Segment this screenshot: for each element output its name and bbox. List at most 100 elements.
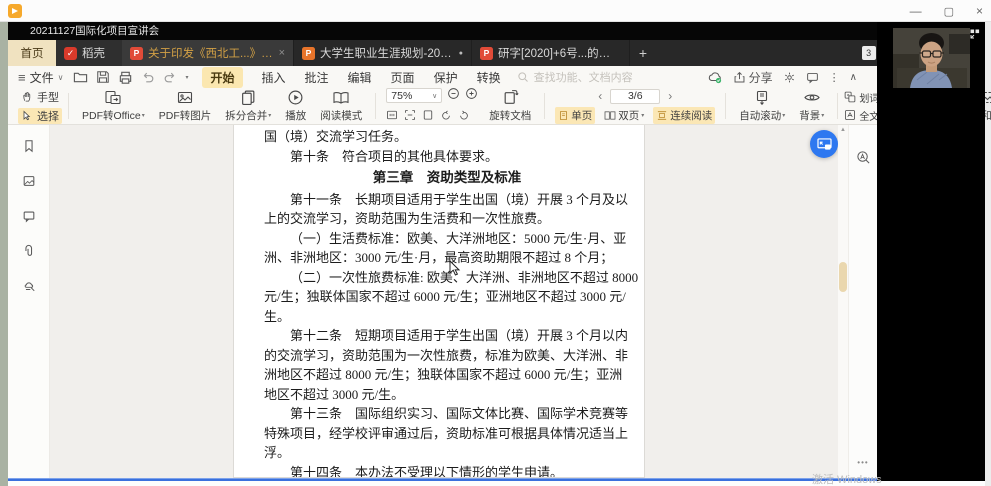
new-tab-button[interactable]: + <box>630 40 656 66</box>
hamburger-icon: ≡ <box>18 71 26 84</box>
tab-docer[interactable]: ✓ 稻壳 <box>56 40 122 66</box>
left-panel-bar <box>8 125 50 478</box>
tab-docer-label: 稻壳 <box>82 45 105 61</box>
ppt-file-icon: P <box>302 47 315 60</box>
doc-line: 第十二条 短期项目适用于学生出国（境）开展 3 个月以内 <box>264 326 630 346</box>
redo-button[interactable] <box>163 70 177 84</box>
menu-item-edit[interactable]: 编辑 <box>348 69 372 86</box>
tab-close-icon[interactable]: × <box>279 47 285 59</box>
toolbar-options-caret-icon[interactable]: ▾ <box>185 74 188 81</box>
zoom-level-select[interactable]: 75% ∨ <box>386 88 442 103</box>
collapse-toolbar-icon[interactable]: ∧ <box>850 72 857 83</box>
fit-page-button[interactable] <box>422 108 434 126</box>
feedback-icon[interactable] <box>806 71 819 84</box>
doc-chapter-heading: 第三章 资助类型及标准 <box>264 168 630 188</box>
mobile-view-float-button[interactable] <box>810 130 838 158</box>
pdf-page[interactable]: 国（境）交流学习任务。 第十条 符合项目的其他具体要求。 第三章 资助类型及标准… <box>233 125 645 478</box>
file-menu[interactable]: ≡ 文件 ∨ <box>18 69 63 86</box>
print-button[interactable] <box>118 70 133 85</box>
recording-title-bar: 20211127国际化项目宣讲会 <box>8 22 985 40</box>
host-maximize-button[interactable]: ▢ <box>944 5 954 18</box>
webcam-expand-icon[interactable] <box>970 26 980 44</box>
doc-line: 第十四条 本办法不受理以下情形的学生申请。 <box>264 463 630 479</box>
tab-bar: 首页 ✓ 稻壳 P 关于印发《西北工...》的通知.pdf × P 大学生职业生… <box>8 40 985 66</box>
play-icon <box>287 89 304 106</box>
signature-panel-button[interactable] <box>22 279 36 298</box>
menu-item-insert[interactable]: 插入 <box>262 69 286 86</box>
background-button[interactable]: 背景▾ <box>792 89 831 123</box>
continuous-read-button[interactable]: 连续阅读 <box>653 107 715 124</box>
auto-scroll-button[interactable]: 自动滚动▾ <box>732 89 792 123</box>
find-in-document-button[interactable] <box>856 150 871 170</box>
activate-windows-watermark: 激活 Windows <box>812 471 882 486</box>
select-tool-button[interactable]: 选择 <box>18 108 62 124</box>
host-close-button[interactable]: × <box>976 4 983 18</box>
open-file-button[interactable] <box>73 70 88 85</box>
read-mode-button[interactable]: 阅读模式 <box>313 89 369 123</box>
page-indicator-input[interactable]: 3/6 <box>610 89 660 104</box>
bookmarks-panel-button[interactable] <box>22 139 36 158</box>
scrollbar-thumb[interactable] <box>839 262 847 292</box>
zoom-value: 75% <box>391 90 412 102</box>
zoom-out-button[interactable] <box>447 87 460 105</box>
more-options-icon[interactable]: ⋮ <box>829 71 840 84</box>
doc-line: 特殊项目，经学校评审通过后，资助标准可根据具体情况适当上 <box>264 424 630 444</box>
host-minimize-button[interactable]: — <box>910 4 922 18</box>
zoom-in-button[interactable] <box>465 87 478 105</box>
doc-line: 国（境）交流学习任务。 <box>264 127 630 147</box>
screen: — ▢ × 20211127国际化项目宣讲会 首页 ✓ 稻壳 P 关于印发《西北… <box>0 0 991 486</box>
recording-title: 20211127国际化项目宣讲会 <box>30 25 159 37</box>
save-button[interactable] <box>96 70 110 84</box>
split-merge-button[interactable]: 拆分合并▾ <box>218 89 278 123</box>
rotate-right-button[interactable] <box>458 108 470 126</box>
image-icon <box>176 89 194 106</box>
tab-document-3[interactable]: P 研字[2020]+6号...的通知(签章).pdf <box>472 40 630 66</box>
attachments-panel-button[interactable] <box>22 244 36 263</box>
single-page-button[interactable]: 单页 <box>555 107 595 124</box>
search-input[interactable]: 查找功能、文档内容 <box>517 69 633 85</box>
caret-icon: ▾ <box>821 112 824 119</box>
doc-line: （一）生活费标准：欧美、大洋洲地区：5000 元/生·月、亚 <box>264 229 630 249</box>
caret-icon: ▾ <box>641 112 644 119</box>
right-collapsed-panel: ••• <box>848 125 877 478</box>
tab-document-3-label: 研字[2020]+6号...的通知(签章).pdf <box>498 45 621 61</box>
doc-line: （二）一次性旅费标准: 欧美、大洋洲、非洲地区不超过 8000 <box>264 268 630 288</box>
rotate-left-button[interactable] <box>440 108 452 126</box>
undo-button[interactable] <box>141 70 155 84</box>
thumbnails-panel-button[interactable] <box>22 174 36 193</box>
webcam-overlay[interactable] <box>877 22 985 481</box>
comments-panel-button[interactable] <box>22 209 36 228</box>
tab-document-1[interactable]: P 关于印发《西北工...》的通知.pdf × <box>122 40 294 66</box>
fit-width-button[interactable] <box>404 108 416 126</box>
previous-page-button[interactable]: ‹ <box>598 89 602 103</box>
next-page-button[interactable]: › <box>668 89 672 103</box>
hand-tool-button[interactable]: 手型 <box>18 89 62 105</box>
pdf-convert-icon <box>104 89 122 106</box>
tab-list-badge[interactable]: 3 <box>862 46 876 60</box>
share-button[interactable]: 分享 <box>733 69 773 86</box>
settings-gear-icon[interactable] <box>783 71 796 84</box>
chevron-down-icon: ∨ <box>58 73 64 82</box>
pdf-to-office-button[interactable]: PDF转Office▾ <box>75 89 152 123</box>
double-page-button[interactable]: 双页 ▾ <box>601 107 647 124</box>
menu-item-protect[interactable]: 保护 <box>434 69 458 86</box>
actual-size-button[interactable] <box>386 108 398 126</box>
panel-more-icon[interactable]: ••• <box>849 458 877 467</box>
mouse-cursor <box>449 260 461 282</box>
menu-item-comment[interactable]: 批注 <box>305 69 329 86</box>
cloud-sync-icon[interactable] <box>707 70 723 84</box>
tab-home[interactable]: 首页 <box>8 40 56 66</box>
tab-document-1-label: 关于印发《西北工...》的通知.pdf <box>148 45 274 61</box>
menu-item-page[interactable]: 页面 <box>391 69 415 86</box>
doc-line: 地区不超过 3000 元/生。 <box>264 385 630 405</box>
tab-document-2[interactable]: P 大学生职业生涯规划-2021春季学期 ● <box>294 40 472 66</box>
rotate-document-button[interactable]: 旋转文档 <box>482 89 538 123</box>
play-button[interactable]: 播放 <box>278 89 313 123</box>
pdf-to-image-button[interactable]: PDF转图片 <box>152 89 219 123</box>
vertical-scrollbar[interactable]: ▲ <box>838 125 848 478</box>
menu-item-home[interactable]: 开始 <box>202 67 242 88</box>
eye-icon <box>803 89 821 106</box>
menu-item-convert[interactable]: 转换 <box>477 69 501 86</box>
scroll-up-icon[interactable]: ▲ <box>838 127 848 133</box>
tab-home-label: 首页 <box>21 45 44 61</box>
